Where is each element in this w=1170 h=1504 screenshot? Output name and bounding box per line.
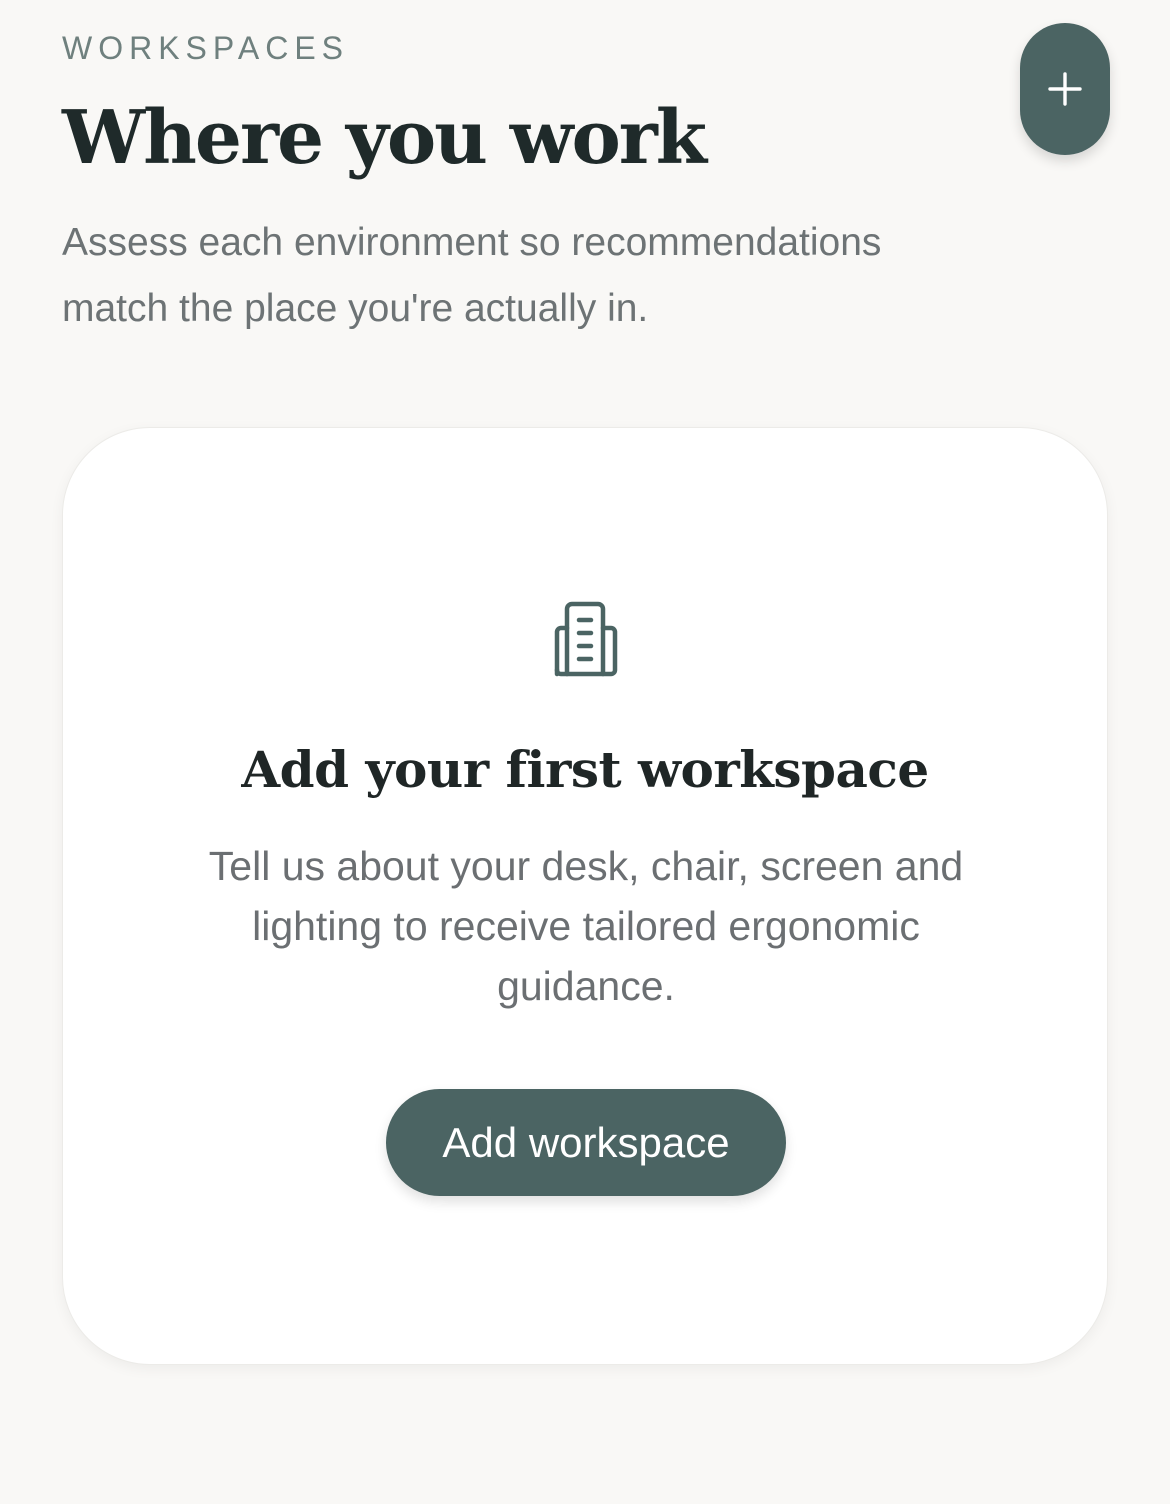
section-eyebrow: WORKSPACES <box>62 30 349 66</box>
empty-state-card: Add your first workspace Tell us about y… <box>62 427 1108 1365</box>
page-title: Where you work <box>62 95 707 181</box>
add-workspace-fab[interactable] <box>1020 23 1110 155</box>
page-subtitle: Assess each environment so recommendatio… <box>62 221 882 330</box>
empty-state-description: Tell us about your desk, chair, screen a… <box>208 843 964 1009</box>
building-icon <box>554 601 618 677</box>
empty-state-title: Add your first workspace <box>241 740 929 799</box>
plus-icon <box>1048 72 1082 106</box>
add-workspace-button[interactable]: Add workspace <box>386 1089 786 1196</box>
